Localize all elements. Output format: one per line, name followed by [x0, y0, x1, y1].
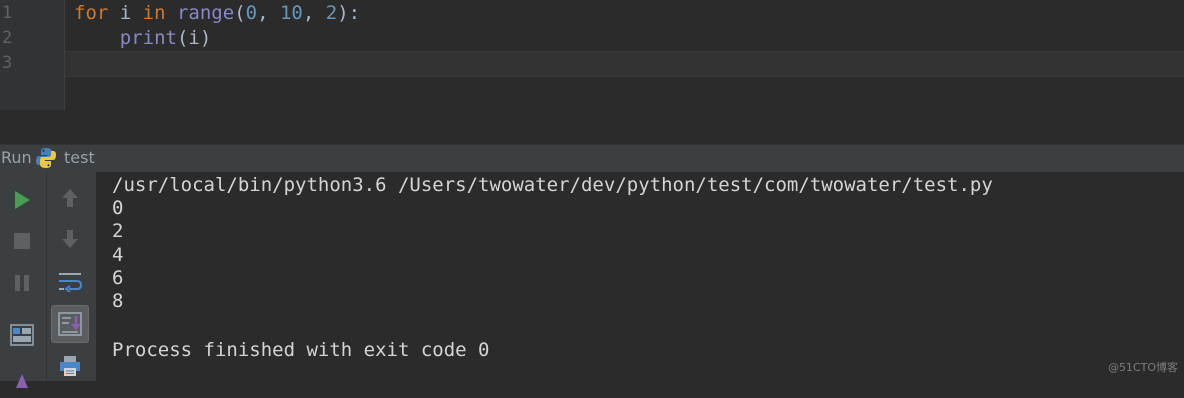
console-output[interactable]: /usr/local/bin/python3.6 /Users/twowater… [96, 172, 1184, 381]
console-output-line: 0 [112, 197, 124, 219]
python-icon [36, 148, 56, 168]
keyword-for: for [74, 2, 109, 24]
number-0: 0 [245, 2, 258, 24]
pause-icon [15, 275, 29, 291]
line-number: 2 [2, 28, 13, 48]
code-line-1[interactable]: for i in range(0, 10, 2): [74, 1, 360, 25]
rerun-button[interactable] [4, 182, 40, 218]
next-occurrence-button[interactable] [52, 221, 88, 257]
run-toolbar-primary [0, 172, 47, 388]
print-icon [60, 356, 80, 376]
watermark: @51CTO博客 [1107, 361, 1178, 374]
variable-i: i [108, 2, 143, 24]
console-output-line: 4 [112, 244, 124, 266]
number-2: 2 [325, 2, 338, 24]
run-toolwindow-header: Run test [0, 144, 1184, 172]
restore-layout-button[interactable] [4, 317, 40, 353]
stop-button[interactable] [4, 223, 40, 259]
pin-icon [16, 374, 28, 388]
soft-wrap-icon [59, 273, 83, 292]
current-line-highlight [65, 51, 1184, 77]
print-args: (i) [176, 27, 212, 49]
console-output-line: 2 [112, 220, 124, 242]
paren-open: ( [234, 2, 246, 24]
paren-close-colon: ): [337, 2, 361, 24]
panel-splitter[interactable] [0, 110, 1184, 144]
soft-wrap-button[interactable] [52, 263, 88, 299]
builtin-print: print [119, 27, 177, 49]
scroll-to-end-button[interactable] [51, 305, 89, 343]
console-exit-message: Process finished with exit code 0 [112, 339, 490, 361]
run-label: Run [1, 148, 32, 167]
run-config-name: test [64, 148, 95, 167]
layout-icon [10, 324, 34, 346]
print-button[interactable] [52, 348, 88, 384]
console-output-line: 8 [112, 290, 124, 312]
up-arrow-icon [62, 189, 78, 207]
number-10: 10 [279, 2, 303, 24]
console-command: /usr/local/bin/python3.6 /Users/twowater… [112, 174, 993, 196]
line-number-gutter: 1 2 3 [0, 0, 65, 110]
code-line-2[interactable]: print(i) [74, 26, 212, 50]
run-icon [15, 191, 30, 209]
stop-icon [14, 233, 30, 249]
scroll-to-end-icon [58, 312, 82, 336]
comma: , [302, 2, 326, 24]
comma: , [257, 2, 280, 24]
keyword-in: in [142, 2, 166, 24]
down-arrow-icon [62, 230, 78, 248]
builtin-range: range [165, 2, 235, 24]
pin-tab-button[interactable] [4, 362, 40, 398]
run-toolbar-secondary [47, 172, 96, 381]
line-number: 3 [2, 53, 13, 73]
console-output-line: 6 [112, 267, 124, 289]
previous-occurrence-button[interactable] [52, 180, 88, 216]
line-number: 1 [2, 3, 13, 23]
pause-button[interactable] [4, 265, 40, 301]
code-editor[interactable]: 1 2 3 for i in range(0, 10, 2): print(i) [0, 0, 1184, 110]
